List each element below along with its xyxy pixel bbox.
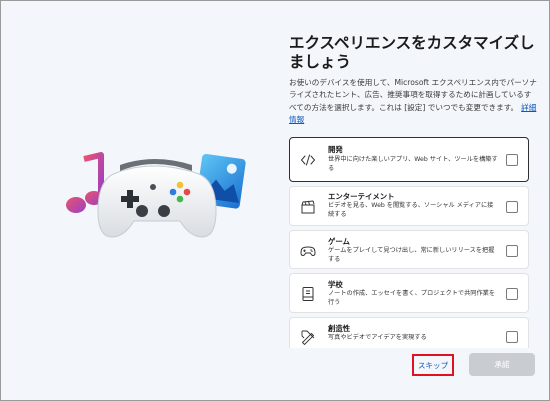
option-description: 写真やビデオでアイデアを実現する [328, 334, 427, 341]
option-checkbox[interactable] [506, 201, 518, 213]
skip-button[interactable]: スキップ [412, 354, 454, 376]
option-description: ゲームをプレイして見つけ出し、常に新しいリリースを把握する [328, 247, 495, 263]
option-checkbox[interactable] [506, 245, 518, 257]
options-list: 開発 世界中に向けた楽しいアプリ、Web サイト、ツールを構築する エンターテイ… [289, 137, 529, 359]
option-development[interactable]: 開発 世界中に向けた楽しいアプリ、Web サイト、ツールを構築する [289, 137, 529, 182]
pen-ruler-icon [301, 330, 315, 345]
accept-button-label: 承諾 [494, 360, 510, 369]
option-checkbox[interactable] [506, 154, 518, 166]
music-note-icon [66, 152, 104, 213]
option-checkbox[interactable] [506, 331, 518, 343]
skip-button-label: スキップ [417, 360, 449, 370]
description: お使いのデバイスを使用して、Microsoft エクスペリエンス内でパーソナライ… [289, 77, 537, 126]
accept-button[interactable]: 承諾 [469, 353, 535, 376]
option-gaming[interactable]: ゲーム ゲームをプレイして見つけ出し、常に新しいリリースを把握する [289, 230, 529, 269]
option-entertainment[interactable]: エンターテイメント ビデオを見る、Web を閲覧する、ソーシャル メディアに接続… [289, 186, 529, 226]
option-checkbox[interactable] [506, 288, 518, 300]
hero-illustration [66, 152, 246, 238]
code-icon [300, 154, 316, 166]
option-school[interactable]: 学校 ノートの作成、エッセイを書く、プロジェクトで共同作業を行う [289, 273, 529, 313]
notebook-icon [302, 287, 314, 301]
gamepad-illustration [97, 159, 217, 238]
option-description: ビデオを見る、Web を閲覧する、ソーシャル メディアに接続する [328, 202, 494, 218]
option-description: ノートの作成、エッセイを書く、プロジェクトで共同作業を行う [328, 290, 496, 306]
gamepad-icon [300, 246, 316, 257]
option-description: 世界中に向けた楽しいアプリ、Web サイト、ツールを構築する [328, 156, 498, 172]
oobe-window: エクスペリエンスをカスタマイズしましょう お使いのデバイスを使用して、Micro… [0, 0, 550, 401]
page-title: エクスペリエンスをカスタマイズしましょう [289, 34, 535, 71]
video-clapper-icon [301, 200, 315, 214]
description-text: お使いのデバイスを使用して、Microsoft エクスペリエンス内でパーソナライ… [289, 78, 537, 112]
option-title: 開発 [328, 145, 343, 154]
